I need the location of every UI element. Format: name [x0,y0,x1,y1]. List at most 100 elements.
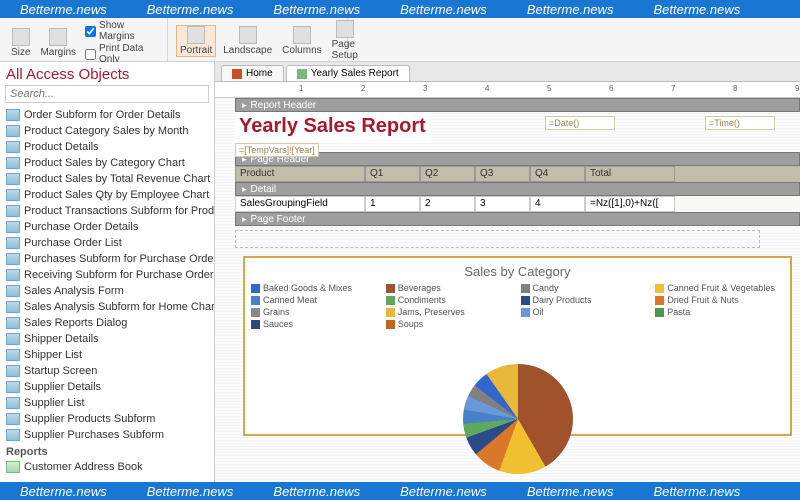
portrait-button[interactable]: Portrait [176,25,216,57]
form-icon [6,397,20,409]
form-icon [6,413,20,425]
reports-section-header[interactable]: Reports [0,443,214,459]
detail-row[interactable]: SalesGroupingField 1 2 3 4 =Nz([1],0)+Nz… [235,196,800,212]
show-margins-checkbox[interactable]: Show Margins [85,20,159,42]
navigation-pane: All Access Objects Order Subform for Ord… [0,62,215,482]
legend-item: Oil [521,307,650,317]
chart-title: Sales by Category [251,264,784,279]
nav-form-item[interactable]: Product Sales Qty by Employee Chart [0,187,214,203]
col-total[interactable]: Total [585,166,675,182]
tab-home[interactable]: Home [221,65,284,81]
nav-form-item[interactable]: Purchase Order List [0,235,214,251]
form-icon [6,125,20,137]
tempvar-field[interactable]: =[TempVars]![Year] [235,143,319,157]
report-design-surface[interactable]: Report Header Yearly Sales Report =Date(… [215,98,800,482]
col-q1[interactable]: Q1 [365,166,420,182]
legend-item: Dried Fruit & Nuts [655,295,784,305]
form-icon [6,269,20,281]
nav-form-item[interactable]: Sales Analysis Subform for Home Chart [0,299,214,315]
nav-form-item[interactable]: Order Subform for Order Details [0,107,214,123]
form-icon [6,141,20,153]
form-icon [6,189,20,201]
margins-button[interactable]: Margins [37,28,79,58]
nav-form-item[interactable]: Product Details [0,139,214,155]
report-icon [297,69,307,79]
legend-item: Grains [251,307,380,317]
legend-item: Candy [521,283,650,293]
report-icon [6,461,20,473]
form-icon [6,157,20,169]
document-tabs: Home Yearly Sales Report [215,62,800,82]
col-q3[interactable]: Q3 [475,166,530,182]
landscape-button[interactable]: Landscape [220,26,275,56]
grouping-field[interactable]: SalesGroupingField [235,196,365,212]
nav-form-item[interactable]: Sales Analysis Form [0,283,214,299]
nav-form-item[interactable]: Supplier List [0,395,214,411]
home-icon [232,69,242,79]
date-field[interactable]: =Date() [545,116,615,130]
legend-item: Condiments [386,295,515,305]
legend-item: Baked Goods & Mixes [251,283,380,293]
nav-form-item[interactable]: Shipper Details [0,331,214,347]
form-icon [6,109,20,121]
legend-item: Jams, Preserves [386,307,515,317]
legend-item: Canned Meat [251,295,380,305]
columns-button[interactable]: Columns [279,26,324,56]
form-icon [6,237,20,249]
nav-form-item[interactable]: Product Transactions Subform for Product… [0,203,214,219]
report-header-section[interactable]: Report Header [235,98,800,112]
col-q4[interactable]: Q4 [530,166,585,182]
legend-item: Soups [386,319,515,329]
col-q2[interactable]: Q2 [420,166,475,182]
nav-report-item[interactable]: Customer Address Book [0,459,214,475]
nav-form-item[interactable]: Product Sales by Total Revenue Chart [0,171,214,187]
form-icon [6,333,20,345]
form-icon [6,205,20,217]
nav-form-item[interactable]: Sales Reports Dialog [0,315,214,331]
ribbon: Size Margins Show Margins Print Data Onl… [0,18,800,62]
legend-item: Beverages [386,283,515,293]
pie-chart [463,364,573,474]
sales-by-category-chart[interactable]: Sales by Category Baked Goods & Mixes Bev… [243,256,792,436]
form-icon [6,381,20,393]
form-icon [6,221,20,233]
form-icon [6,285,20,297]
column-header-row[interactable]: Product Q1 Q2 Q3 Q4 Total [235,166,800,182]
nav-form-item[interactable]: Purchases Subform for Purchase Order Det… [0,251,214,267]
legend-item: Pasta [655,307,784,317]
size-button[interactable]: Size [8,28,33,58]
nav-form-item[interactable]: Startup Screen [0,363,214,379]
legend-item: Sauces [251,319,380,329]
legend-item: Dairy Products [521,295,650,305]
page-setup-button[interactable]: Page Setup [329,20,361,61]
nav-form-item[interactable]: Shipper List [0,347,214,363]
form-icon [6,349,20,361]
col-product[interactable]: Product [235,166,365,182]
nav-form-item[interactable]: Supplier Purchases Subform [0,427,214,443]
time-field[interactable]: =Time() [705,116,775,130]
form-icon [6,253,20,265]
nav-form-item[interactable]: Purchase Order Details [0,219,214,235]
watermark-bottom: Betterme.newsBetterme.newsBetterme.newsB… [0,482,800,500]
nav-form-item[interactable]: Receiving Subform for Purchase Order Det… [0,267,214,283]
form-icon [6,317,20,329]
form-icon [6,173,20,185]
page-footer-section[interactable]: Page Footer [235,212,800,226]
nav-list: Order Subform for Order DetailsProduct C… [0,107,214,477]
form-icon [6,429,20,441]
tab-yearly-sales-report[interactable]: Yearly Sales Report [286,65,410,81]
form-icon [6,365,20,377]
nav-form-item[interactable]: Supplier Details [0,379,214,395]
detail-section[interactable]: Detail [235,182,800,196]
nav-form-item[interactable]: Product Category Sales by Month [0,123,214,139]
legend-item: Canned Fruit & Vegetables [655,283,784,293]
search-input[interactable] [5,85,209,103]
nav-title: All Access Objects [0,62,214,85]
footer-placeholder[interactable] [235,230,760,248]
chart-legend: Baked Goods & Mixes Beverages Candy Canned … [251,283,784,329]
horizontal-ruler: 123456789 [215,82,800,98]
nav-form-item[interactable]: Supplier Products Subform [0,411,214,427]
nav-form-item[interactable]: Product Sales by Category Chart [0,155,214,171]
report-title-label[interactable]: Yearly Sales Report [235,112,430,141]
watermark-top: Betterme.newsBetterme.newsBetterme.newsB… [0,0,800,18]
